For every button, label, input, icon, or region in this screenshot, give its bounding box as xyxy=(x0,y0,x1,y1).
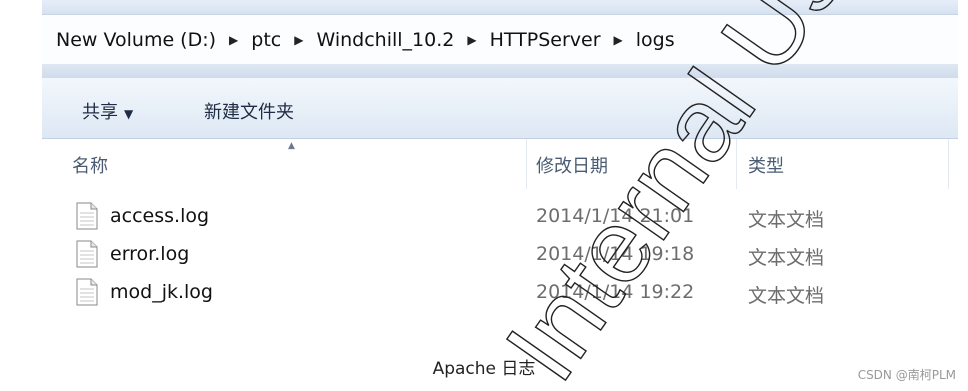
column-header-type[interactable]: 类型 xyxy=(748,152,784,178)
file-type: 文本文档 xyxy=(748,209,825,231)
file-row[interactable]: error.log 2014/1/14 19:18 文本文档 xyxy=(42,236,958,274)
column-divider[interactable] xyxy=(526,139,527,189)
file-row[interactable]: mod_jk.log 2014/1/14 19:22 文本文档 xyxy=(42,274,958,312)
share-label: 共享 xyxy=(82,102,118,123)
column-headers: ▲ 名称 修改日期 类型 xyxy=(42,139,958,189)
column-header-modified[interactable]: 修改日期 xyxy=(536,152,608,178)
file-name: error.log xyxy=(110,243,190,265)
breadcrumb-arrow-icon[interactable]: ▶ xyxy=(229,33,238,47)
window-frame-gap xyxy=(42,64,958,78)
new-folder-button[interactable]: 新建文件夹 xyxy=(204,98,294,124)
breadcrumb: New Volume (D:) ▶ ptc ▶ Windchill_10.2 ▶… xyxy=(56,15,675,65)
column-divider[interactable] xyxy=(736,139,737,189)
command-bar: 共享 ▼ 新建文件夹 xyxy=(42,78,958,139)
breadcrumb-arrow-icon[interactable]: ▶ xyxy=(294,33,303,47)
breadcrumb-item-httpserver[interactable]: HTTPServer xyxy=(490,29,601,51)
breadcrumb-arrow-icon[interactable]: ▶ xyxy=(467,33,476,47)
text-file-icon xyxy=(76,240,98,268)
breadcrumb-arrow-icon[interactable]: ▶ xyxy=(614,33,623,47)
breadcrumb-item-logs[interactable]: logs xyxy=(636,29,675,51)
column-divider[interactable] xyxy=(948,139,949,189)
breadcrumb-item-ptc[interactable]: ptc xyxy=(251,29,281,51)
file-name: access.log xyxy=(110,205,210,227)
share-button[interactable]: 共享 ▼ xyxy=(82,98,133,124)
text-file-icon xyxy=(76,278,98,306)
address-bar[interactable]: New Volume (D:) ▶ ptc ▶ Windchill_10.2 ▶… xyxy=(42,14,958,66)
file-name: mod_jk.log xyxy=(110,281,213,303)
file-type: 文本文档 xyxy=(748,285,825,307)
window-frame-top xyxy=(42,0,958,14)
breadcrumb-item-drive[interactable]: New Volume (D:) xyxy=(56,29,216,51)
column-header-name[interactable]: 名称 xyxy=(72,152,108,178)
breadcrumb-item-windchill[interactable]: Windchill_10.2 xyxy=(316,29,454,51)
file-modified: 2014/1/14 21:01 xyxy=(536,205,695,227)
figure-caption: Apache 日志 xyxy=(432,359,536,379)
file-row[interactable]: access.log 2014/1/14 21:01 文本文档 xyxy=(42,198,958,236)
file-type: 文本文档 xyxy=(748,247,825,269)
text-file-icon xyxy=(76,202,98,230)
chevron-down-icon: ▼ xyxy=(124,107,134,121)
sort-ascending-icon: ▲ xyxy=(288,141,295,151)
explorer-window: New Volume (D:) ▶ ptc ▶ Windchill_10.2 ▶… xyxy=(42,0,958,344)
source-credit: CSDN @南柯PLM xyxy=(857,368,956,382)
file-modified: 2014/1/14 19:22 xyxy=(536,281,695,303)
file-modified: 2014/1/14 19:18 xyxy=(536,243,695,265)
